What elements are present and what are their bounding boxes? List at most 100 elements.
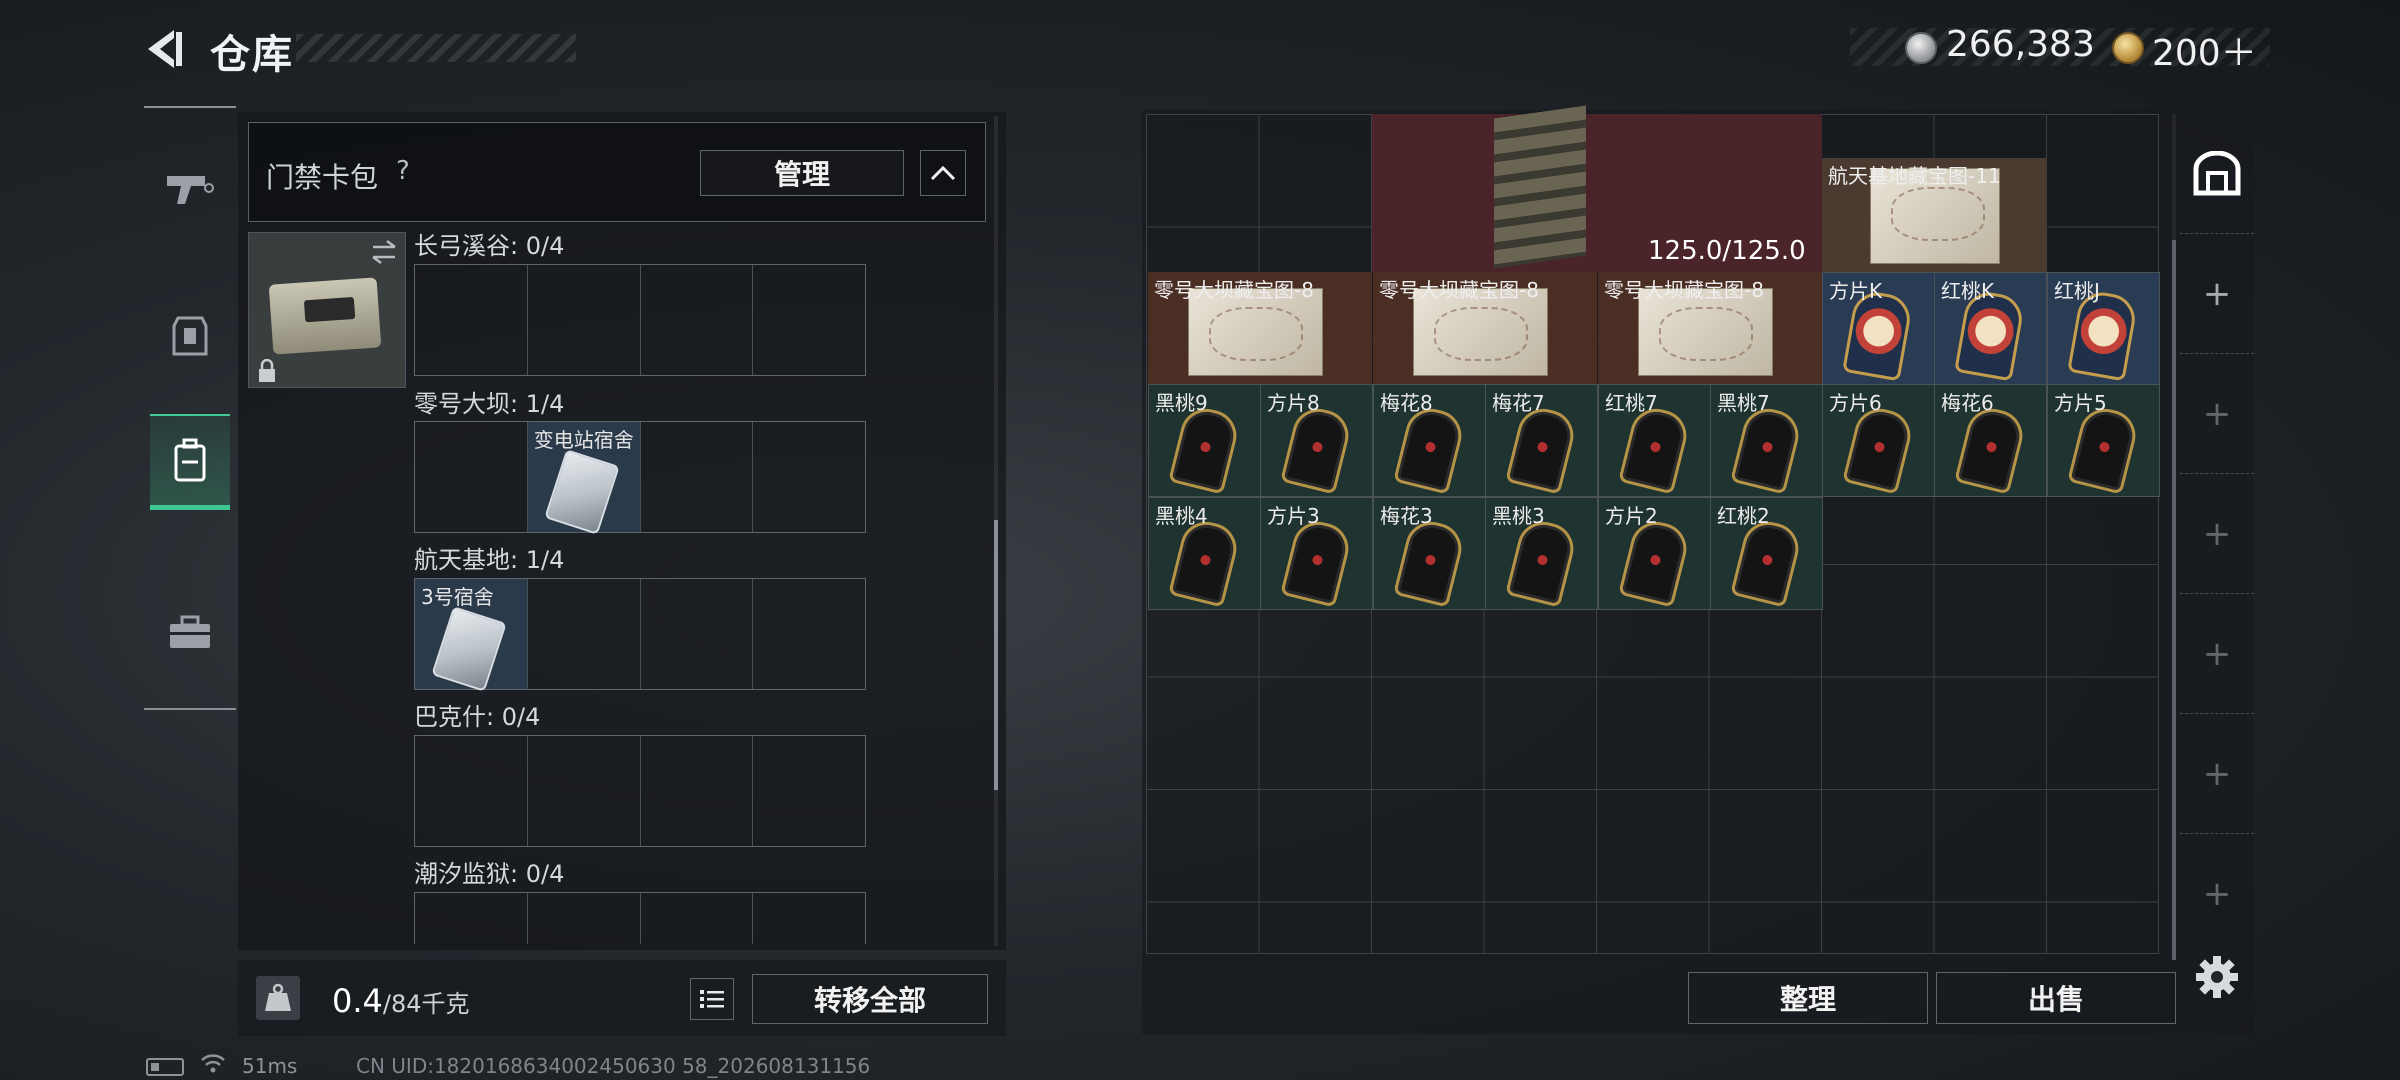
add-storage-tab[interactable]: + [2180, 234, 2254, 354]
plus-icon: + [2202, 273, 2232, 314]
item-cell[interactable]: 方片3 [1260, 497, 1373, 610]
item-cell[interactable]: 梅花8 [1373, 384, 1486, 497]
list-icon [700, 990, 724, 1008]
item-cell[interactable]: 红桃K [1934, 272, 2047, 385]
premium-currency-balance[interactable]: 200＋ [2152, 24, 2257, 76]
sell-button[interactable]: 出售 [1936, 972, 2176, 1024]
item-cell[interactable]: 红桃2 [1710, 497, 1823, 610]
item-cell[interactable]: 方片2 [1598, 497, 1711, 610]
currency-balance: 266,383 [1946, 24, 2095, 65]
weight-current: 0.4 [332, 982, 383, 1020]
keycard-slot[interactable] [641, 579, 754, 689]
item-name: 梅花6 [1941, 391, 1994, 415]
keycard-slot[interactable] [641, 265, 754, 375]
keycard-slot[interactable] [528, 265, 641, 375]
item-cell[interactable]: 黑桃7 [1710, 384, 1823, 497]
battery-icon [146, 1058, 184, 1076]
item-cell[interactable]: 黑桃3 [1485, 497, 1598, 610]
keycard-slot[interactable] [641, 893, 754, 944]
keycard-case[interactable] [248, 232, 406, 388]
plus-icon: + [2202, 633, 2232, 674]
nav-backpack[interactable] [150, 414, 230, 510]
keycard-slot[interactable] [641, 422, 754, 532]
playing-card-image [1505, 403, 1579, 495]
keycard-slot[interactable] [753, 893, 865, 944]
plus-icon: + [2202, 513, 2232, 554]
keycard-slot[interactable]: 变电站宿舍 [527, 422, 641, 535]
sort-button[interactable]: 整理 [1688, 972, 1928, 1024]
item-cell[interactable]: 航天基地藏宝图-11 [1822, 158, 2047, 272]
uid-text: CN UID:1820168634002450630 58_2026081311… [356, 1054, 871, 1078]
item-cell[interactable]: 红桃7 [1598, 384, 1711, 497]
item-cell[interactable]: 零号大坝藏宝图-8 [1148, 272, 1372, 384]
item-cell[interactable]: 方片K [1822, 272, 1935, 385]
item-cell[interactable]: 方片5 [2047, 384, 2160, 497]
keycard-image [543, 449, 620, 535]
item-cell[interactable]: 梅花3 [1373, 497, 1486, 610]
playing-card-image [1730, 516, 1804, 608]
playing-card-image [1618, 516, 1692, 608]
keycard-slot[interactable] [415, 893, 528, 944]
list-view-button[interactable] [690, 978, 734, 1020]
keycard-slot[interactable] [415, 265, 528, 375]
item-cell[interactable]: 方片6 [1822, 384, 1935, 497]
item-name: 红桃K [1941, 279, 1995, 303]
item-name: 梅花8 [1380, 391, 1433, 415]
item-cell[interactable]: 方片8 [1260, 384, 1373, 497]
item-cell[interactable]: 黑桃9 [1148, 384, 1261, 497]
item-cell[interactable]: 零号大坝藏宝图-8 [1373, 272, 1597, 384]
nav-armor[interactable] [150, 288, 230, 384]
storage-scroll-thumb[interactable] [2172, 240, 2176, 960]
keycard-slot[interactable] [415, 422, 528, 532]
item-name: 黑桃7 [1717, 391, 1770, 415]
swap-icon[interactable] [369, 239, 399, 265]
keycard-slot[interactable] [415, 736, 528, 846]
keycard-name: 3号宿舍 [421, 585, 494, 609]
item-name: 梅花7 [1492, 391, 1545, 415]
keycard-slot[interactable] [528, 579, 641, 689]
keycard-slot[interactable] [753, 736, 865, 846]
item-name: 方片3 [1267, 504, 1320, 528]
item-name: 黑桃3 [1492, 504, 1545, 528]
item-cell[interactable]: 零号大坝藏宝图-8 [1598, 272, 1822, 384]
keycard-slot-row: 变电站宿舍 [414, 421, 866, 535]
item-name: 方片8 [1267, 391, 1320, 415]
stack-durability: 125.0/125.0 [1648, 236, 1806, 266]
item-cell[interactable]: 梅花6 [1934, 384, 2047, 497]
help-icon[interactable]: ? [396, 156, 410, 186]
lock-icon [259, 359, 275, 382]
keycard-slot[interactable] [528, 893, 641, 944]
nav-divider-top [144, 106, 236, 108]
item-name: 方片5 [2054, 391, 2107, 415]
ping-text: 51ms [242, 1054, 298, 1078]
item-cell[interactable]: 黑桃4 [1148, 497, 1261, 610]
item-name: 方片2 [1605, 504, 1658, 528]
add-storage-tab[interactable]: + [2180, 474, 2254, 594]
item-cell[interactable]: 梅花7 [1485, 384, 1598, 497]
storage-tab-main[interactable] [2180, 114, 2254, 234]
armor-icon [172, 316, 208, 356]
keycard-slot[interactable] [753, 422, 865, 532]
playing-card-image [1393, 403, 1467, 495]
add-storage-tab[interactable]: + [2180, 834, 2254, 954]
collapse-button[interactable] [920, 150, 966, 196]
keycard-slot[interactable] [528, 736, 641, 846]
add-storage-tab[interactable]: + [2180, 594, 2254, 714]
manage-button[interactable]: 管理 [700, 150, 904, 196]
plus-icon: + [2202, 393, 2232, 434]
keycard-slot[interactable] [641, 736, 754, 846]
back-arrow-icon[interactable] [140, 26, 186, 72]
playing-card-image [1280, 403, 1354, 495]
add-storage-tab[interactable]: + [2180, 714, 2254, 834]
item-cell[interactable]: 红桃J [2047, 272, 2160, 385]
nav-weapons[interactable] [150, 140, 230, 236]
transfer-all-button[interactable]: 转移全部 [752, 974, 988, 1024]
keycard-slot[interactable] [753, 579, 865, 689]
keycard-scroll-thumb[interactable] [994, 520, 998, 790]
keycard-slot[interactable]: 3号宿舍 [415, 579, 528, 692]
silver-coin-icon [1905, 32, 1937, 64]
add-storage-tab[interactable]: + [2180, 354, 2254, 474]
nav-toolbox[interactable] [150, 584, 230, 680]
keycard-slot[interactable] [753, 265, 865, 375]
gear-icon[interactable] [2194, 954, 2240, 1000]
